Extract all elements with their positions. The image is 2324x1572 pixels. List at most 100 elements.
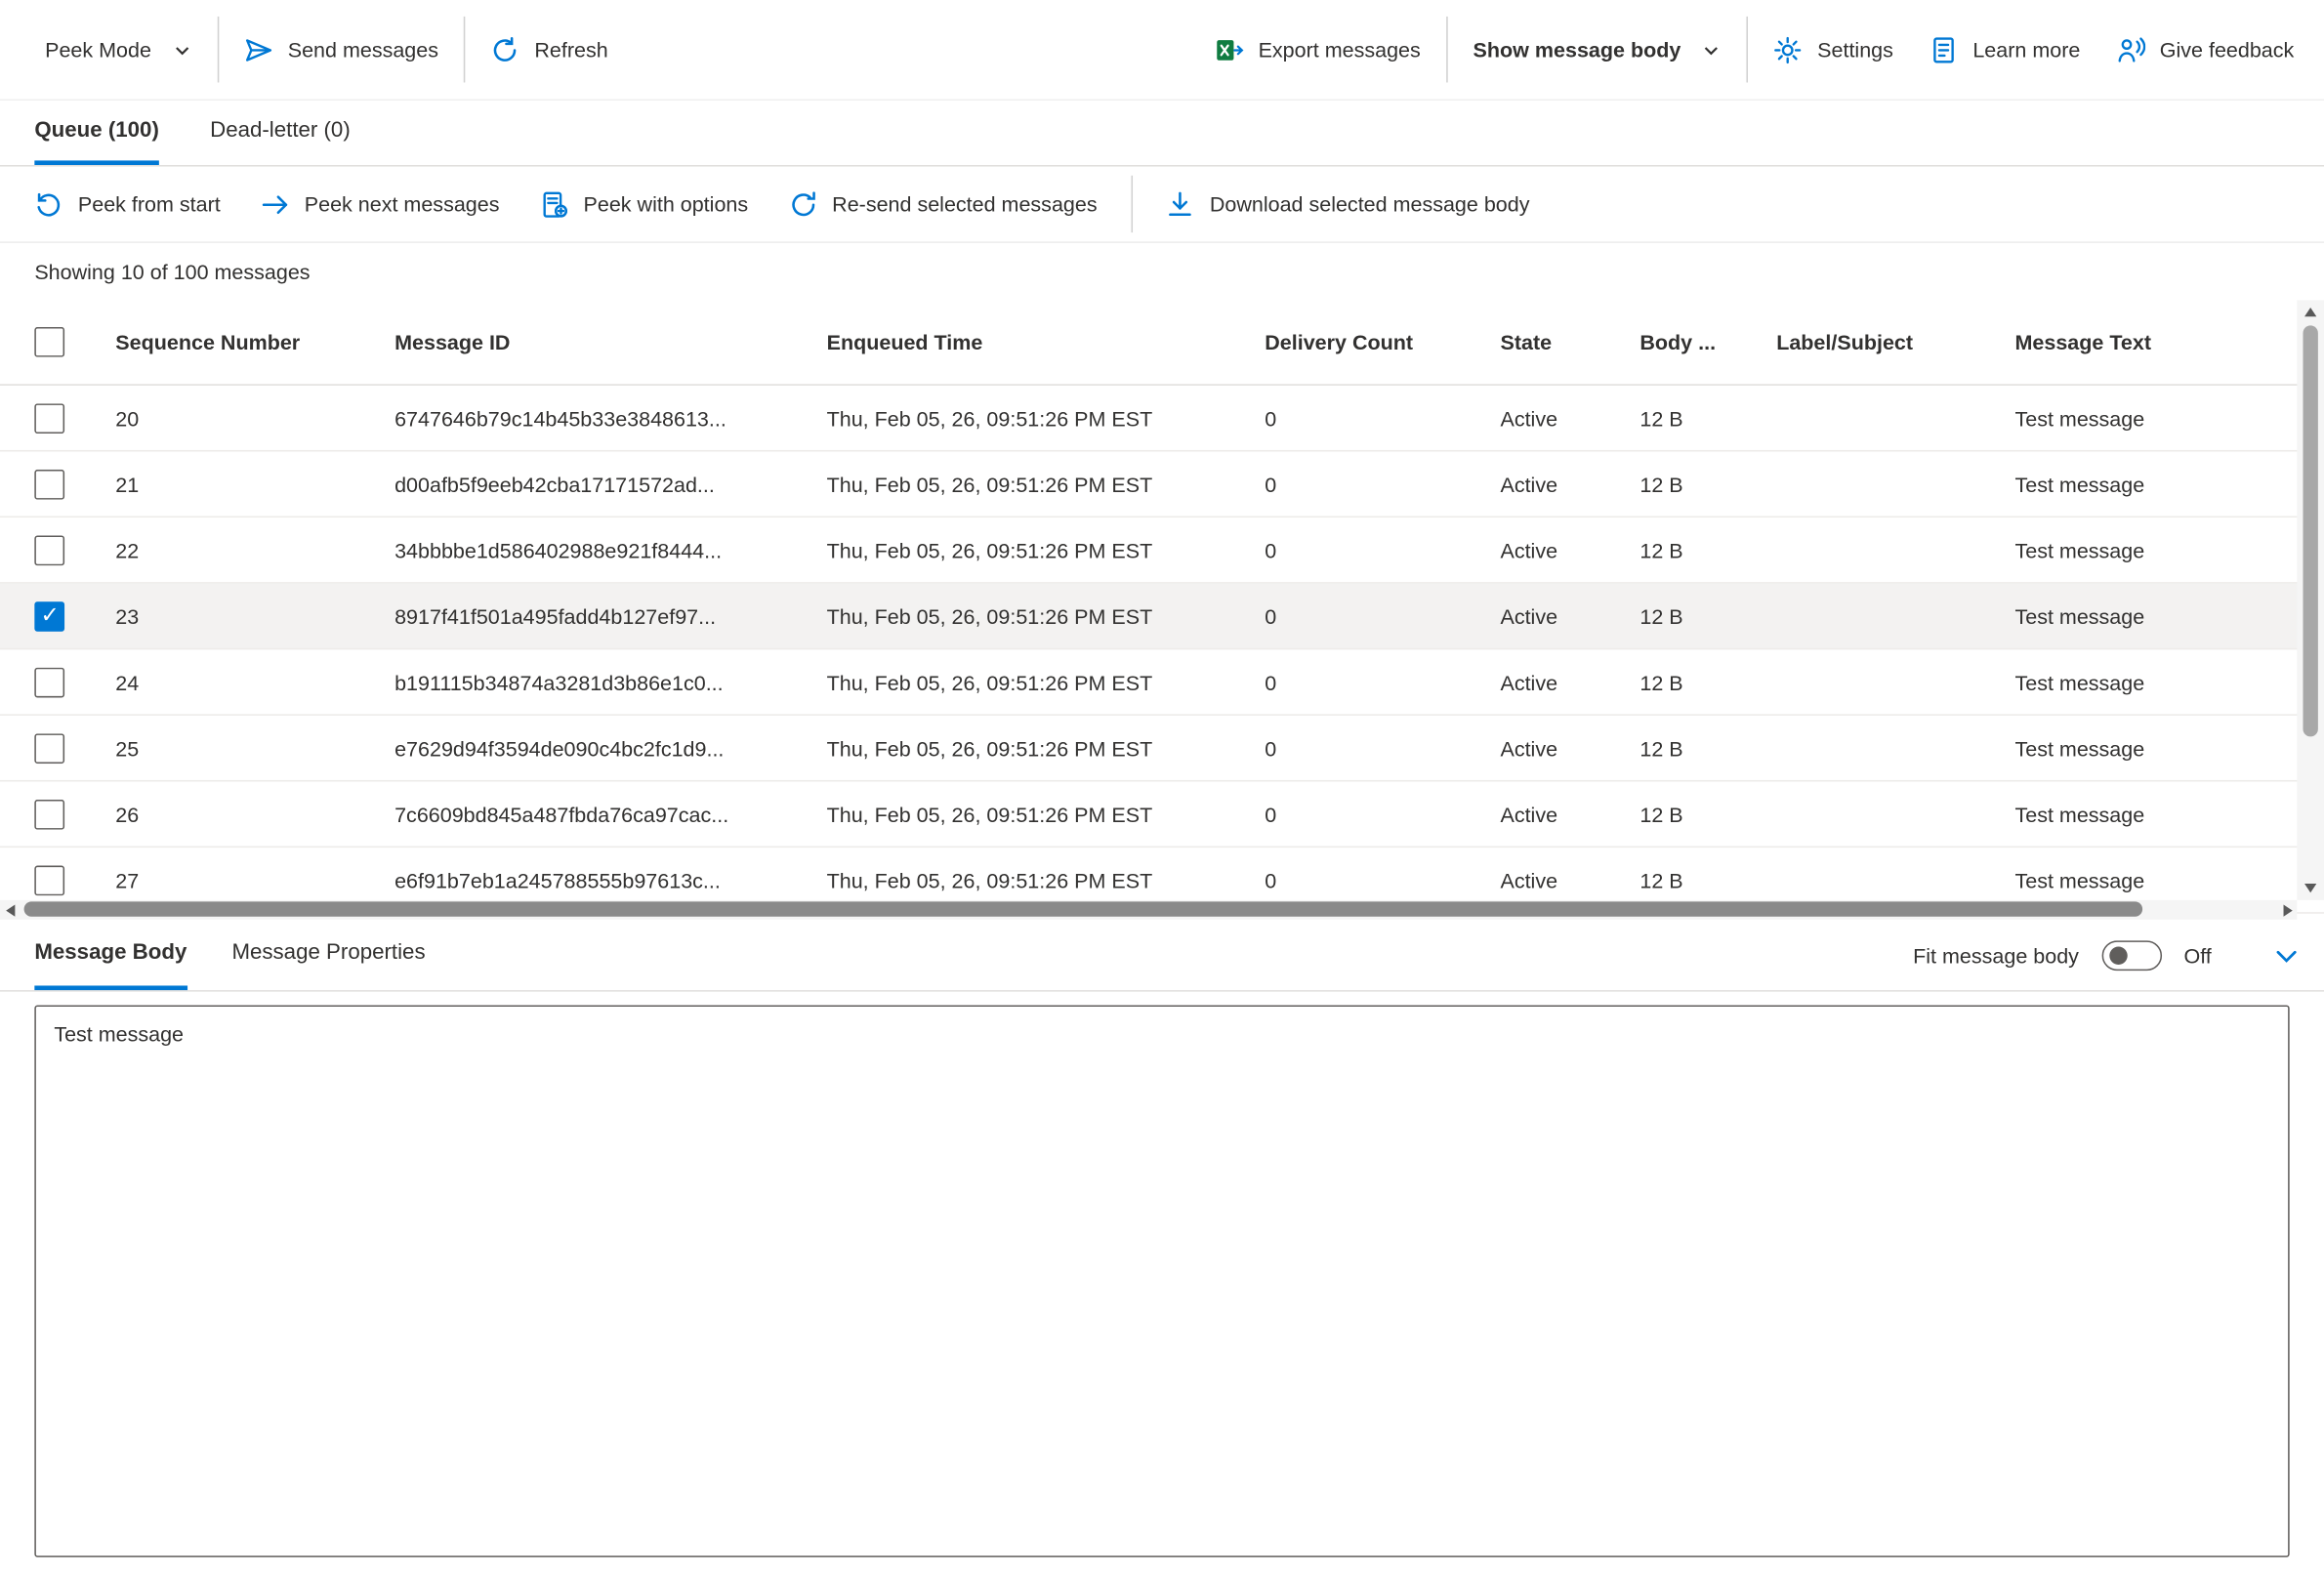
column-header-message-text: Message Text xyxy=(2014,330,2324,354)
cell-sequence-number: 23 xyxy=(115,603,394,628)
peek-from-start-button[interactable]: Peek from start xyxy=(34,189,220,218)
fit-message-body-toggle[interactable] xyxy=(2101,940,2161,971)
resend-selected-button[interactable]: Re-send selected messages xyxy=(789,189,1098,218)
row-checkbox[interactable] xyxy=(34,403,64,434)
refresh-icon xyxy=(491,35,519,63)
row-checkbox[interactable] xyxy=(34,667,64,697)
message-body-viewer[interactable]: Test message xyxy=(34,1005,2289,1556)
horizontal-scrollbar-thumb[interactable] xyxy=(24,901,2143,916)
collapse-panel-chevron-icon[interactable] xyxy=(2273,941,2301,969)
cell-enqueued-time: Thu, Feb 05, 26, 09:51:26 PM EST xyxy=(827,868,1266,892)
peek-with-options-button[interactable]: Peek with options xyxy=(540,189,748,218)
cell-enqueued-time: Thu, Feb 05, 26, 09:51:26 PM EST xyxy=(827,736,1266,761)
cell-state: Active xyxy=(1500,603,1639,628)
cell-state: Active xyxy=(1500,868,1639,892)
cell-enqueued-time: Thu, Feb 05, 26, 09:51:26 PM EST xyxy=(827,406,1266,431)
cell-message-text: Test message xyxy=(2014,868,2324,892)
cell-sequence-number: 26 xyxy=(115,802,394,826)
status-row: Showing 10 of 100 messages xyxy=(0,243,2324,300)
cell-delivery-count: 0 xyxy=(1265,538,1500,562)
fit-message-body-label: Fit message body xyxy=(1913,943,2079,968)
document-options-icon xyxy=(540,189,568,218)
message-detail-tabs: Message Body Message Properties Fit mess… xyxy=(0,920,2324,992)
peek-mode-dropdown[interactable]: Peek Mode xyxy=(27,15,210,84)
peek-next-messages-button[interactable]: Peek next messages xyxy=(261,189,499,218)
table-row[interactable]: 22 34bbbbe1d586402988e921f8444... Thu, F… xyxy=(0,517,2324,584)
cell-message-id: d00afb5f9eeb42cba17171572ad... xyxy=(394,472,827,496)
cell-message-id: e6f91b7eb1a245788555b97613c... xyxy=(394,868,827,892)
cell-state: Active xyxy=(1500,538,1639,562)
cell-message-id: 34bbbbe1d586402988e921f8444... xyxy=(394,538,827,562)
select-all-checkbox[interactable] xyxy=(34,327,64,357)
settings-button[interactable]: Settings xyxy=(1756,15,1911,84)
cell-sequence-number: 25 xyxy=(115,736,394,761)
table-row[interactable]: 26 7c6609bd845a487fbda76ca97cac... Thu, … xyxy=(0,782,2324,848)
message-body-content: Test message xyxy=(54,1021,184,1046)
chevron-down-icon xyxy=(172,40,191,60)
cell-delivery-count: 0 xyxy=(1265,472,1500,496)
cell-sequence-number: 27 xyxy=(115,868,394,892)
table-row[interactable]: 25 e7629d94f3594de090c4bc2fc1d9... Thu, … xyxy=(0,716,2324,782)
service-bus-explorer: Peek Mode Send messages Refresh Export m… xyxy=(0,0,2324,1572)
cell-message-id: b191115b34874a3281d3b86e1c0... xyxy=(394,670,827,694)
table-row[interactable]: 21 d00afb5f9eeb42cba17171572ad... Thu, F… xyxy=(0,451,2324,517)
export-messages-button[interactable]: Export messages xyxy=(1197,15,1439,84)
row-checkbox[interactable] xyxy=(34,469,64,499)
learn-more-button[interactable]: Learn more xyxy=(1911,15,2097,84)
cell-enqueued-time: Thu, Feb 05, 26, 09:51:26 PM EST xyxy=(827,538,1266,562)
cell-body-size: 12 B xyxy=(1639,670,1776,694)
horizontal-scrollbar[interactable] xyxy=(0,900,2297,920)
toolbar-divider xyxy=(464,17,466,83)
document-icon xyxy=(1930,35,1958,63)
vertical-scrollbar-thumb[interactable] xyxy=(2303,325,2317,736)
cell-delivery-count: 0 xyxy=(1265,603,1500,628)
detail-tabs-right: Fit message body Off xyxy=(1913,920,2300,990)
cell-enqueued-time: Thu, Feb 05, 26, 09:51:26 PM EST xyxy=(827,603,1266,628)
download-selected-button[interactable]: Download selected message body xyxy=(1166,189,1529,218)
scroll-left-arrow[interactable] xyxy=(0,900,20,920)
give-feedback-label: Give feedback xyxy=(2160,37,2295,62)
scroll-up-arrow[interactable] xyxy=(2297,300,2324,324)
table-row[interactable]: 24 b191115b34874a3281d3b86e1c0... Thu, F… xyxy=(0,649,2324,716)
tab-message-body[interactable]: Message Body xyxy=(34,920,187,990)
row-checkbox[interactable] xyxy=(34,799,64,829)
row-checkbox[interactable] xyxy=(34,733,64,764)
toggle-state-label: Off xyxy=(2183,943,2211,968)
tab-message-properties[interactable]: Message Properties xyxy=(231,920,425,990)
feedback-icon xyxy=(2116,35,2144,63)
row-checkbox[interactable] xyxy=(34,600,64,631)
refresh-label: Refresh xyxy=(534,37,607,62)
cell-message-text: Test message xyxy=(2014,538,2324,562)
cell-state: Active xyxy=(1500,406,1639,431)
scroll-down-arrow[interactable] xyxy=(2297,876,2324,900)
row-checkbox[interactable] xyxy=(34,535,64,565)
resend-selected-label: Re-send selected messages xyxy=(832,192,1097,217)
cell-delivery-count: 0 xyxy=(1265,670,1500,694)
peek-next-messages-label: Peek next messages xyxy=(305,192,500,217)
cell-message-id: e7629d94f3594de090c4bc2fc1d9... xyxy=(394,736,827,761)
cell-enqueued-time: Thu, Feb 05, 26, 09:51:26 PM EST xyxy=(827,472,1266,496)
cell-message-id: 7c6609bd845a487fbda76ca97cac... xyxy=(394,802,827,826)
row-checkbox[interactable] xyxy=(34,865,64,895)
cell-delivery-count: 0 xyxy=(1265,868,1500,892)
cell-message-text: Test message xyxy=(2014,472,2324,496)
tab-queue[interactable]: Queue (100) xyxy=(34,101,159,165)
vertical-scrollbar[interactable] xyxy=(2297,300,2324,900)
give-feedback-button[interactable]: Give feedback xyxy=(2098,15,2312,84)
cell-body-size: 12 B xyxy=(1639,802,1776,826)
entity-tabs: Queue (100) Dead-letter (0) xyxy=(0,101,2324,167)
tab-dead-letter[interactable]: Dead-letter (0) xyxy=(210,101,351,165)
cell-body-size: 12 B xyxy=(1639,603,1776,628)
column-header-label-subject: Label/Subject xyxy=(1776,330,2014,354)
table-row[interactable]: 23 8917f41f501a495fadd4b127ef97... Thu, … xyxy=(0,584,2324,650)
scroll-right-arrow[interactable] xyxy=(2277,900,2297,920)
toolbar-divider xyxy=(1132,176,1134,232)
table-header-row: Sequence Number Message ID Enqueued Time… xyxy=(0,300,2324,386)
table-row[interactable]: 20 6747646b79c14b45b33e3848613... Thu, F… xyxy=(0,386,2324,452)
send-messages-button[interactable]: Send messages xyxy=(227,15,457,84)
send-icon xyxy=(244,35,272,63)
show-message-body-dropdown[interactable]: Show message body xyxy=(1455,15,1739,84)
peek-with-options-label: Peek with options xyxy=(584,192,749,217)
refresh-button[interactable]: Refresh xyxy=(473,15,626,84)
rotate-arrow-icon xyxy=(34,189,62,218)
